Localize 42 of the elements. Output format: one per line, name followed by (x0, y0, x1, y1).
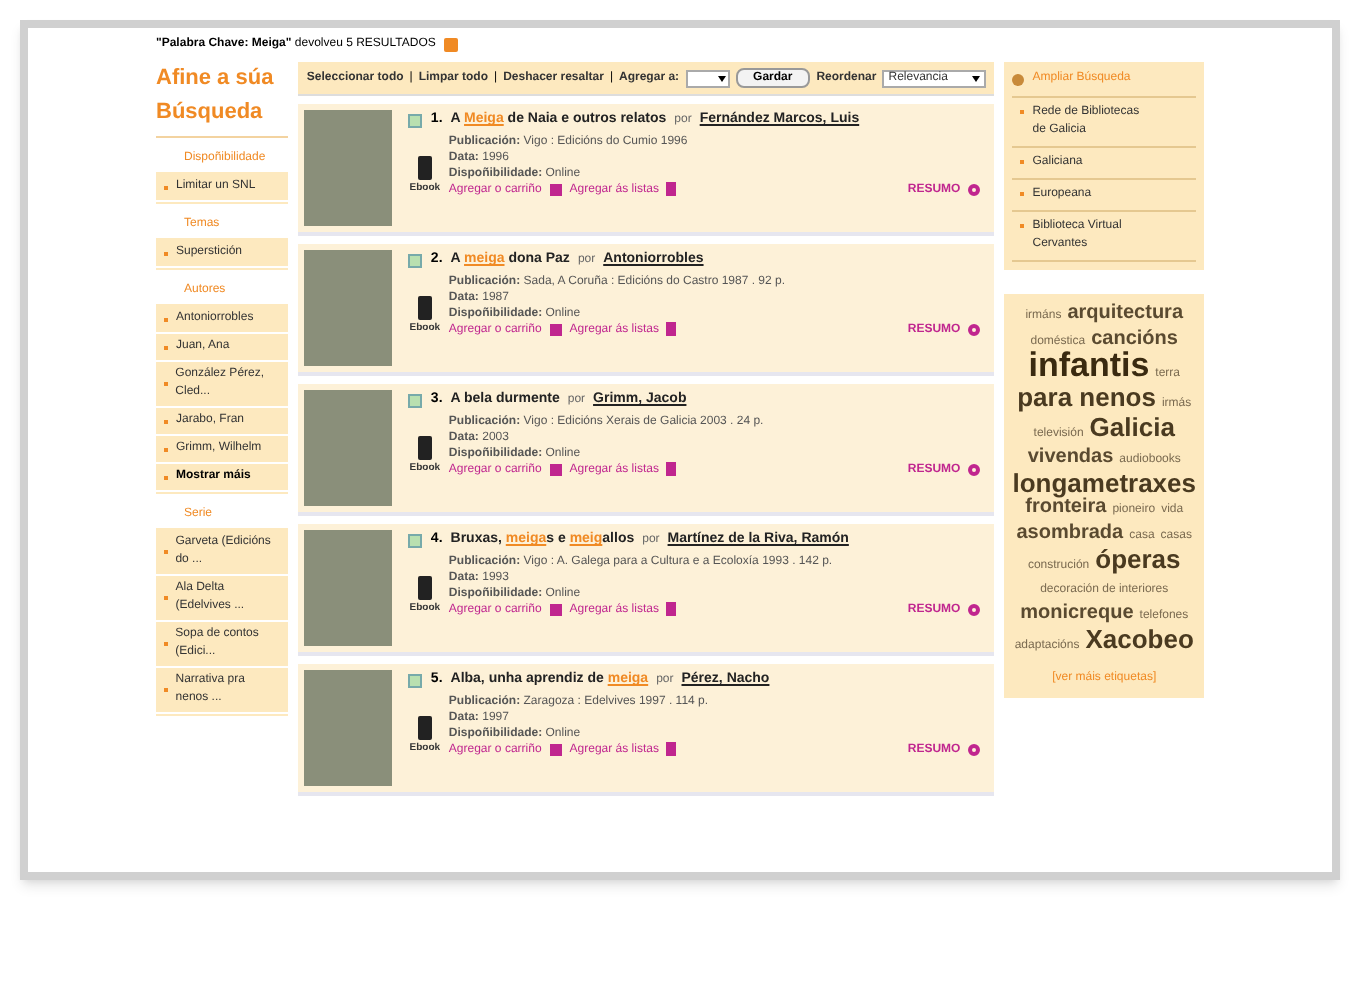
checkbox[interactable] (408, 253, 423, 268)
tag-link[interactable]: arquitectura (1067, 302, 1184, 326)
book-cover (304, 670, 393, 786)
ebook-icon (417, 576, 432, 600)
expand-icon (968, 743, 981, 755)
checkbox[interactable] (408, 393, 423, 408)
list-icon (666, 322, 677, 336)
checkbox[interactable] (408, 113, 423, 128)
tag-link[interactable]: longametraxes (1012, 472, 1196, 496)
list-icon (666, 742, 677, 756)
rss-icon[interactable] (443, 38, 458, 52)
caret-icon (972, 75, 981, 81)
tag-link[interactable]: monicreque (1020, 602, 1134, 626)
caret-icon (717, 75, 726, 81)
tag-link[interactable]: para nenos (1017, 386, 1156, 410)
list-icon (666, 462, 677, 476)
tag-link[interactable]: cancións (1091, 328, 1178, 352)
book-cover (304, 110, 393, 226)
checkbox[interactable] (408, 673, 423, 688)
ebook-icon (417, 296, 432, 320)
checkbox[interactable] (408, 533, 423, 548)
ebook-icon (417, 436, 432, 460)
tag-link[interactable]: Galicia (1089, 416, 1175, 440)
expand-icon (968, 463, 981, 475)
tag-link[interactable]: óperas (1095, 548, 1181, 572)
tag-link[interactable]: Xacobeo (1085, 628, 1194, 652)
tag-link[interactable]: infantis (1028, 354, 1150, 378)
expand-icon (968, 323, 981, 335)
ebook-icon (417, 156, 432, 180)
tag-link[interactable]: vivendas (1027, 446, 1114, 470)
tag-link[interactable]: fronteira (1025, 496, 1107, 520)
sidebar-title: Afine a súa Búsqueda (156, 62, 289, 138)
book-cover (304, 530, 393, 646)
list-select[interactable] (685, 69, 730, 87)
book-cover (304, 250, 393, 366)
expand-icon (968, 183, 981, 195)
list-icon (666, 602, 677, 616)
ebook-icon (417, 716, 432, 740)
book-cover (304, 390, 393, 506)
expand-icon (968, 603, 981, 615)
tag-link[interactable]: asombrada (1016, 522, 1124, 546)
list-icon (666, 182, 677, 196)
